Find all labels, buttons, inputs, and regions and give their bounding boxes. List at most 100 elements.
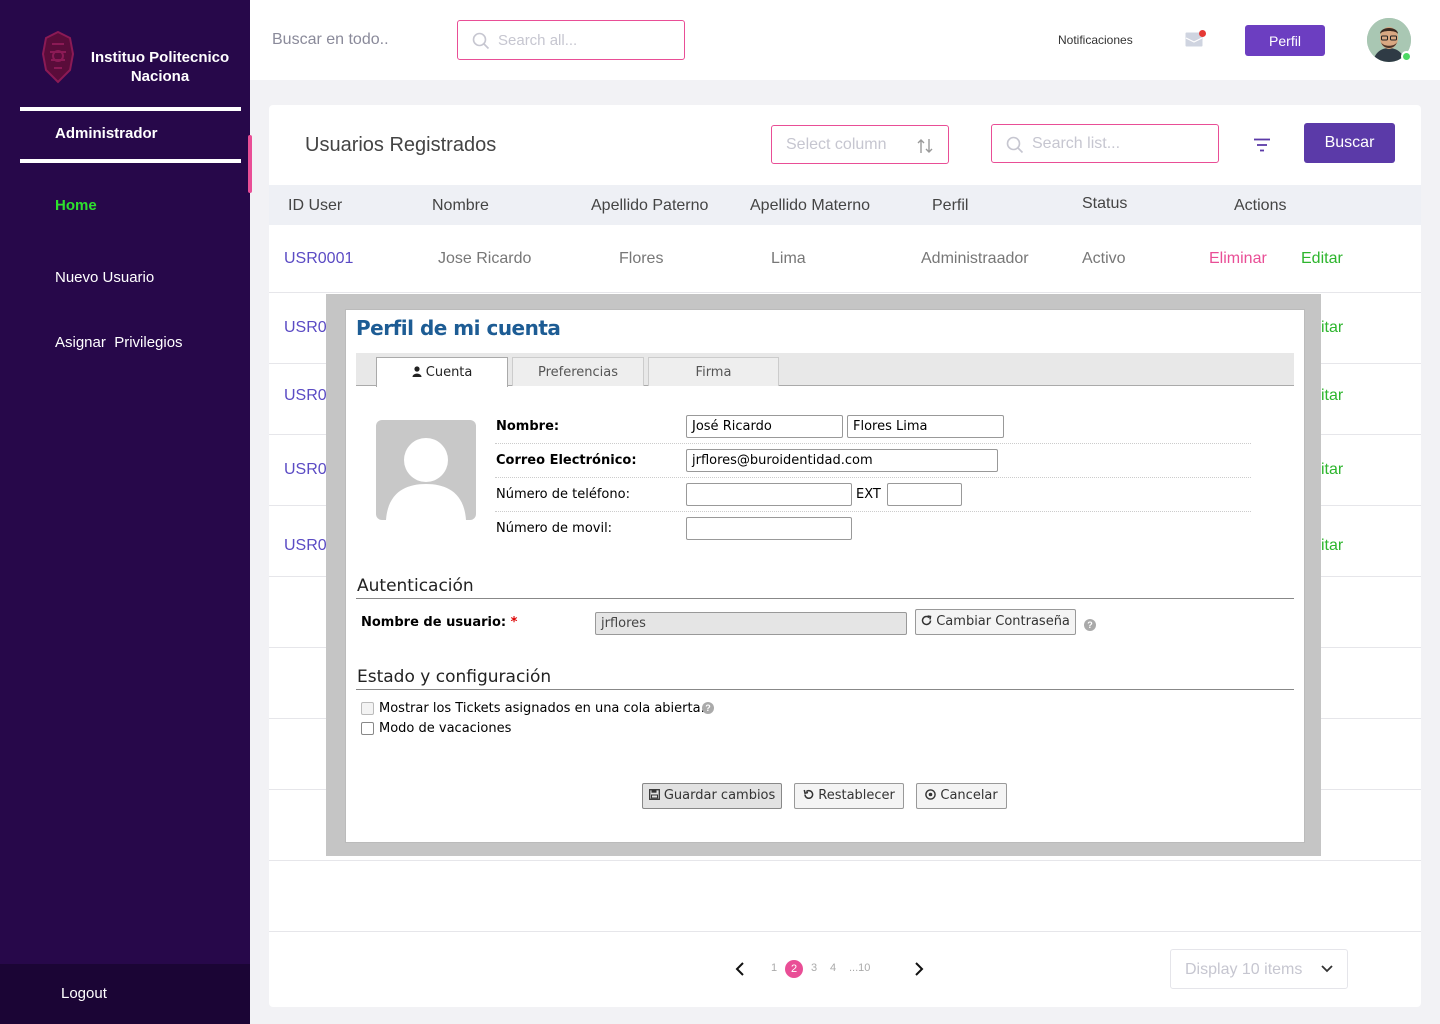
save-button[interactable]: Guardar cambios <box>642 783 782 809</box>
change-password-label: Cambiar Contraseña <box>936 614 1070 629</box>
help-icon[interactable]: ? <box>702 702 714 714</box>
save-label: Guardar cambios <box>663 788 776 803</box>
row-divider <box>269 860 1421 861</box>
sidebar-item-asignar-privilegios[interactable]: Asignar Privilegios <box>55 334 183 351</box>
next-page-icon[interactable] <box>914 962 924 976</box>
delete-link[interactable]: Eliminar <box>1209 250 1267 268</box>
search-button[interactable]: Buscar <box>1304 123 1395 163</box>
edit-link[interactable]: itar <box>1321 461 1343 479</box>
role-divider-top <box>20 107 241 111</box>
previous-page-icon[interactable] <box>735 962 745 976</box>
table-cell-id[interactable]: USR0001 <box>284 250 353 268</box>
list-search-input[interactable] <box>1032 133 1207 155</box>
global-search-label: Buscar en todo.. <box>272 31 389 48</box>
ext-field[interactable] <box>887 483 962 506</box>
mobile-field[interactable] <box>686 517 852 540</box>
logout-area <box>0 964 250 1024</box>
cancel-circle-icon <box>925 789 937 800</box>
page-link[interactable]: 1 <box>771 962 777 974</box>
display-items-select[interactable]: Display 10 items <box>1170 949 1348 989</box>
reset-button[interactable]: Restablecer <box>794 783 904 809</box>
show-tickets-checkbox[interactable] <box>361 702 374 715</box>
page-link[interactable]: 3 <box>811 962 817 974</box>
sidebar-item-nuevo-usuario[interactable]: Nuevo Usuario <box>55 269 154 286</box>
display-items-label: Display 10 items <box>1185 961 1303 978</box>
search-icon <box>472 32 490 50</box>
table-cell-status: Activo <box>1082 250 1126 267</box>
select-column-placeholder: Select column <box>786 136 887 153</box>
global-search-input[interactable] <box>498 29 673 51</box>
edit-link[interactable]: itar <box>1321 319 1343 337</box>
phone-field[interactable] <box>686 483 852 506</box>
refresh-icon <box>921 615 932 626</box>
page-title: Usuarios Registrados <box>305 134 497 156</box>
page-link[interactable]: 4 <box>830 962 836 974</box>
mobile-label: Número de movil: <box>496 521 613 536</box>
column-header-apellido-materno[interactable]: Apellido Materno <box>750 197 870 215</box>
page-link-last[interactable]: ...10 <box>849 962 870 974</box>
first-name-field[interactable]: José Ricardo <box>686 415 843 438</box>
column-header-nombre[interactable]: Nombre <box>432 197 489 215</box>
filter-icon[interactable] <box>1253 138 1271 152</box>
auth-section-title: Autenticación <box>357 576 474 596</box>
vacation-mode-label: Modo de vacaciones <box>379 721 512 736</box>
email-field[interactable]: jrflores@buroidentidad.com <box>686 449 998 472</box>
username-label-text: Nombre de usuario: <box>361 615 507 630</box>
field-divider <box>495 511 1251 512</box>
cancel-label: Cancelar <box>940 788 998 803</box>
list-search-box <box>991 124 1219 163</box>
profile-photo-placeholder[interactable] <box>376 420 476 520</box>
tab-firma[interactable]: Firma <box>648 357 779 386</box>
column-header-id[interactable]: ID User <box>288 197 342 215</box>
section-divider <box>356 598 1294 599</box>
row-divider <box>269 931 1421 932</box>
last-name-field[interactable]: Flores Lima <box>847 415 1004 438</box>
search-icon <box>1006 136 1024 154</box>
show-tickets-label: Mostrar los Tickets asignados en una col… <box>379 701 705 716</box>
table-cell-paterno: Flores <box>619 250 664 267</box>
undo-icon <box>803 789 814 799</box>
table-cell-nombre: Jose Ricardo <box>438 250 532 267</box>
logout-button[interactable]: Logout <box>61 985 107 1002</box>
ext-label: EXT <box>856 487 881 502</box>
change-password-button[interactable]: Cambiar Contraseña <box>915 609 1076 635</box>
username-field: jrflores <box>595 612 907 635</box>
active-indicator <box>248 135 252 193</box>
edit-link[interactable]: Editar <box>1301 250 1343 268</box>
default-avatar-icon <box>386 438 466 520</box>
sidebar <box>0 0 250 1024</box>
tab-preferencias[interactable]: Preferencias <box>512 357 644 386</box>
table-cell-materno: Lima <box>771 250 806 267</box>
help-icon[interactable]: ? <box>1084 619 1096 631</box>
row-divider <box>269 292 1421 293</box>
modal-title: Perfil de mi cuenta <box>356 316 561 340</box>
config-section-title: Estado y configuración <box>357 667 552 687</box>
reset-label: Restablecer <box>818 788 895 803</box>
column-header-apellido-paterno[interactable]: Apellido Paterno <box>591 197 708 215</box>
required-mark: * <box>510 615 518 630</box>
tab-label: Cuenta <box>425 365 473 380</box>
field-divider <box>495 443 1251 444</box>
username-label: Nombre de usuario: * <box>361 615 517 630</box>
global-search-box <box>457 20 685 60</box>
profile-modal <box>345 309 1305 843</box>
notifications-label[interactable]: Notificaciones <box>1058 33 1133 47</box>
user-icon <box>412 366 422 377</box>
field-divider <box>495 477 1251 478</box>
page-link-current[interactable]: 2 <box>785 960 803 978</box>
edit-link[interactable]: itar <box>1321 537 1343 555</box>
sidebar-item-home[interactable]: Home <box>55 197 97 214</box>
chevron-down-icon <box>1321 965 1333 973</box>
ipn-logo <box>41 30 75 84</box>
sort-icon <box>917 139 933 153</box>
select-column-dropdown[interactable]: Select column <box>771 125 949 164</box>
notification-dot <box>1199 30 1206 37</box>
role-label: Administrador <box>55 125 158 142</box>
cancel-button[interactable]: Cancelar <box>916 783 1007 809</box>
profile-button[interactable]: Perfil <box>1245 25 1325 56</box>
column-header-perfil[interactable]: Perfil <box>932 197 968 215</box>
tab-cuenta[interactable]: Cuenta <box>376 357 508 387</box>
edit-link[interactable]: itar <box>1321 387 1343 405</box>
column-header-status[interactable]: Status <box>1082 195 1127 213</box>
vacation-mode-checkbox[interactable] <box>361 722 374 735</box>
